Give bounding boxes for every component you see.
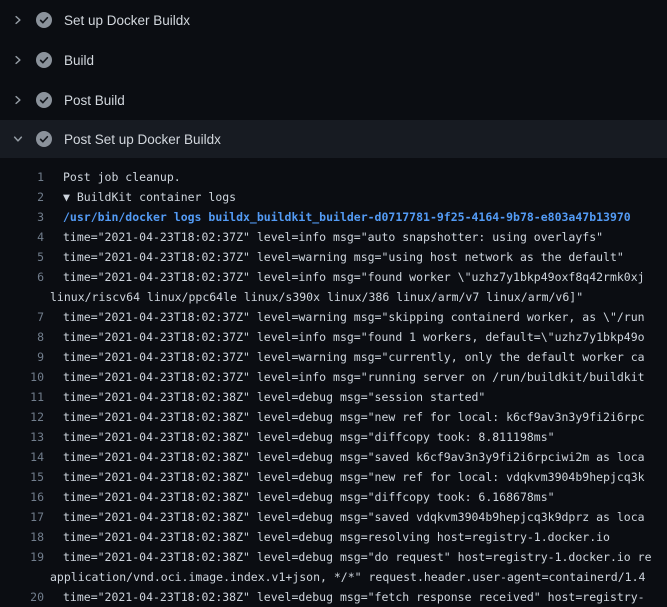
log-group-toggle[interactable]: ▼ BuildKit container logs — [44, 187, 236, 207]
log-text: time="2021-04-23T18:02:37Z" level=info m… — [44, 267, 645, 287]
log-text: time="2021-04-23T18:02:37Z" level=info m… — [44, 227, 603, 247]
log-line: 4time="2021-04-23T18:02:37Z" level=info … — [0, 227, 667, 247]
line-number[interactable]: 15 — [0, 467, 44, 487]
chevron-down-icon — [12, 131, 24, 147]
log-line: 14time="2021-04-23T18:02:38Z" level=debu… — [0, 447, 667, 467]
line-number[interactable] — [0, 287, 44, 307]
log-line: 15time="2021-04-23T18:02:38Z" level=debu… — [0, 467, 667, 487]
log-line: 2▼ BuildKit container logs — [0, 187, 667, 207]
log-line: 6time="2021-04-23T18:02:37Z" level=info … — [0, 267, 667, 287]
log-text-continuation: linux/riscv64 linux/ppc64le linux/s390x … — [44, 287, 583, 307]
check-circle-icon — [36, 52, 52, 68]
log-text: time="2021-04-23T18:02:38Z" level=debug … — [44, 467, 645, 487]
step-title: Build — [64, 53, 94, 68]
chevron-right-icon — [12, 12, 24, 28]
line-number[interactable]: 12 — [0, 407, 44, 427]
log-line: application/vnd.oci.image.index.v1+json,… — [0, 567, 667, 587]
log-text: time="2021-04-23T18:02:38Z" level=debug … — [44, 527, 610, 547]
log-text: time="2021-04-23T18:02:37Z" level=info m… — [44, 367, 645, 387]
log-line: 12time="2021-04-23T18:02:38Z" level=debu… — [0, 407, 667, 427]
log-line: 18time="2021-04-23T18:02:38Z" level=debu… — [0, 527, 667, 547]
log-line: 8time="2021-04-23T18:02:37Z" level=info … — [0, 327, 667, 347]
line-number[interactable]: 4 — [0, 227, 44, 247]
log-line: 3/usr/bin/docker logs buildx_buildkit_bu… — [0, 207, 667, 227]
line-number[interactable]: 9 — [0, 347, 44, 367]
log-text: time="2021-04-23T18:02:38Z" level=debug … — [44, 507, 645, 527]
log-text: time="2021-04-23T18:02:38Z" level=debug … — [44, 427, 555, 447]
log-text: time="2021-04-23T18:02:37Z" level=info m… — [44, 327, 645, 347]
log-text: time="2021-04-23T18:02:37Z" level=warnin… — [44, 247, 624, 267]
log-text: time="2021-04-23T18:02:37Z" level=warnin… — [44, 307, 645, 327]
log-text: time="2021-04-23T18:02:38Z" level=debug … — [44, 387, 485, 407]
log-text-continuation: application/vnd.oci.image.index.v1+json,… — [44, 567, 645, 587]
line-number[interactable]: 17 — [0, 507, 44, 527]
log-command: /usr/bin/docker logs buildx_buildkit_bui… — [44, 207, 631, 227]
log-output: 1Post job cleanup.2▼ BuildKit container … — [0, 158, 667, 607]
log-line: 19time="2021-04-23T18:02:38Z" level=debu… — [0, 547, 667, 567]
log-line: 1Post job cleanup. — [0, 167, 667, 187]
line-number[interactable]: 14 — [0, 447, 44, 467]
log-text: Post job cleanup. — [44, 167, 181, 187]
line-number[interactable]: 3 — [0, 207, 44, 227]
check-circle-icon — [36, 131, 52, 147]
line-number[interactable] — [0, 567, 44, 587]
chevron-right-icon — [12, 52, 24, 68]
step-title: Set up Docker Buildx — [64, 13, 190, 28]
step-title: Post Set up Docker Buildx — [64, 132, 221, 147]
chevron-right-icon — [12, 92, 24, 108]
log-line: 5time="2021-04-23T18:02:37Z" level=warni… — [0, 247, 667, 267]
log-line: 10time="2021-04-23T18:02:37Z" level=info… — [0, 367, 667, 387]
log-line: 11time="2021-04-23T18:02:38Z" level=debu… — [0, 387, 667, 407]
step-title: Post Build — [64, 93, 125, 108]
log-line: 9time="2021-04-23T18:02:37Z" level=warni… — [0, 347, 667, 367]
step-header-build[interactable]: Build — [0, 40, 667, 80]
log-text: time="2021-04-23T18:02:37Z" level=warnin… — [44, 347, 645, 367]
line-number[interactable]: 8 — [0, 327, 44, 347]
line-number[interactable]: 7 — [0, 307, 44, 327]
line-number[interactable]: 2 — [0, 187, 44, 207]
check-circle-icon — [36, 12, 52, 28]
log-line: linux/riscv64 linux/ppc64le linux/s390x … — [0, 287, 667, 307]
line-number[interactable]: 6 — [0, 267, 44, 287]
line-number[interactable]: 5 — [0, 247, 44, 267]
line-number[interactable]: 11 — [0, 387, 44, 407]
step-header-set-up-docker-buildx[interactable]: Set up Docker Buildx — [0, 0, 667, 40]
line-number[interactable]: 13 — [0, 427, 44, 447]
log-text: time="2021-04-23T18:02:38Z" level=debug … — [44, 587, 645, 607]
log-text: time="2021-04-23T18:02:38Z" level=debug … — [44, 487, 555, 507]
log-text: time="2021-04-23T18:02:38Z" level=debug … — [44, 547, 652, 567]
line-number[interactable]: 10 — [0, 367, 44, 387]
line-number[interactable]: 16 — [0, 487, 44, 507]
check-circle-icon — [36, 92, 52, 108]
log-text: time="2021-04-23T18:02:38Z" level=debug … — [44, 447, 645, 467]
workflow-log-viewer: Set up Docker Buildx Build Post Build Po… — [0, 0, 667, 607]
log-line: 20time="2021-04-23T18:02:38Z" level=debu… — [0, 587, 667, 607]
log-line: 17time="2021-04-23T18:02:38Z" level=debu… — [0, 507, 667, 527]
step-header-post-set-up-docker-buildx[interactable]: Post Set up Docker Buildx — [0, 120, 667, 158]
log-line: 7time="2021-04-23T18:02:37Z" level=warni… — [0, 307, 667, 327]
line-number[interactable]: 1 — [0, 167, 44, 187]
line-number[interactable]: 18 — [0, 527, 44, 547]
log-line: 13time="2021-04-23T18:02:38Z" level=debu… — [0, 427, 667, 447]
log-text: time="2021-04-23T18:02:38Z" level=debug … — [44, 407, 645, 427]
log-line: 16time="2021-04-23T18:02:38Z" level=debu… — [0, 487, 667, 507]
line-number[interactable]: 19 — [0, 547, 44, 567]
step-header-post-build[interactable]: Post Build — [0, 80, 667, 120]
line-number[interactable]: 20 — [0, 587, 44, 607]
